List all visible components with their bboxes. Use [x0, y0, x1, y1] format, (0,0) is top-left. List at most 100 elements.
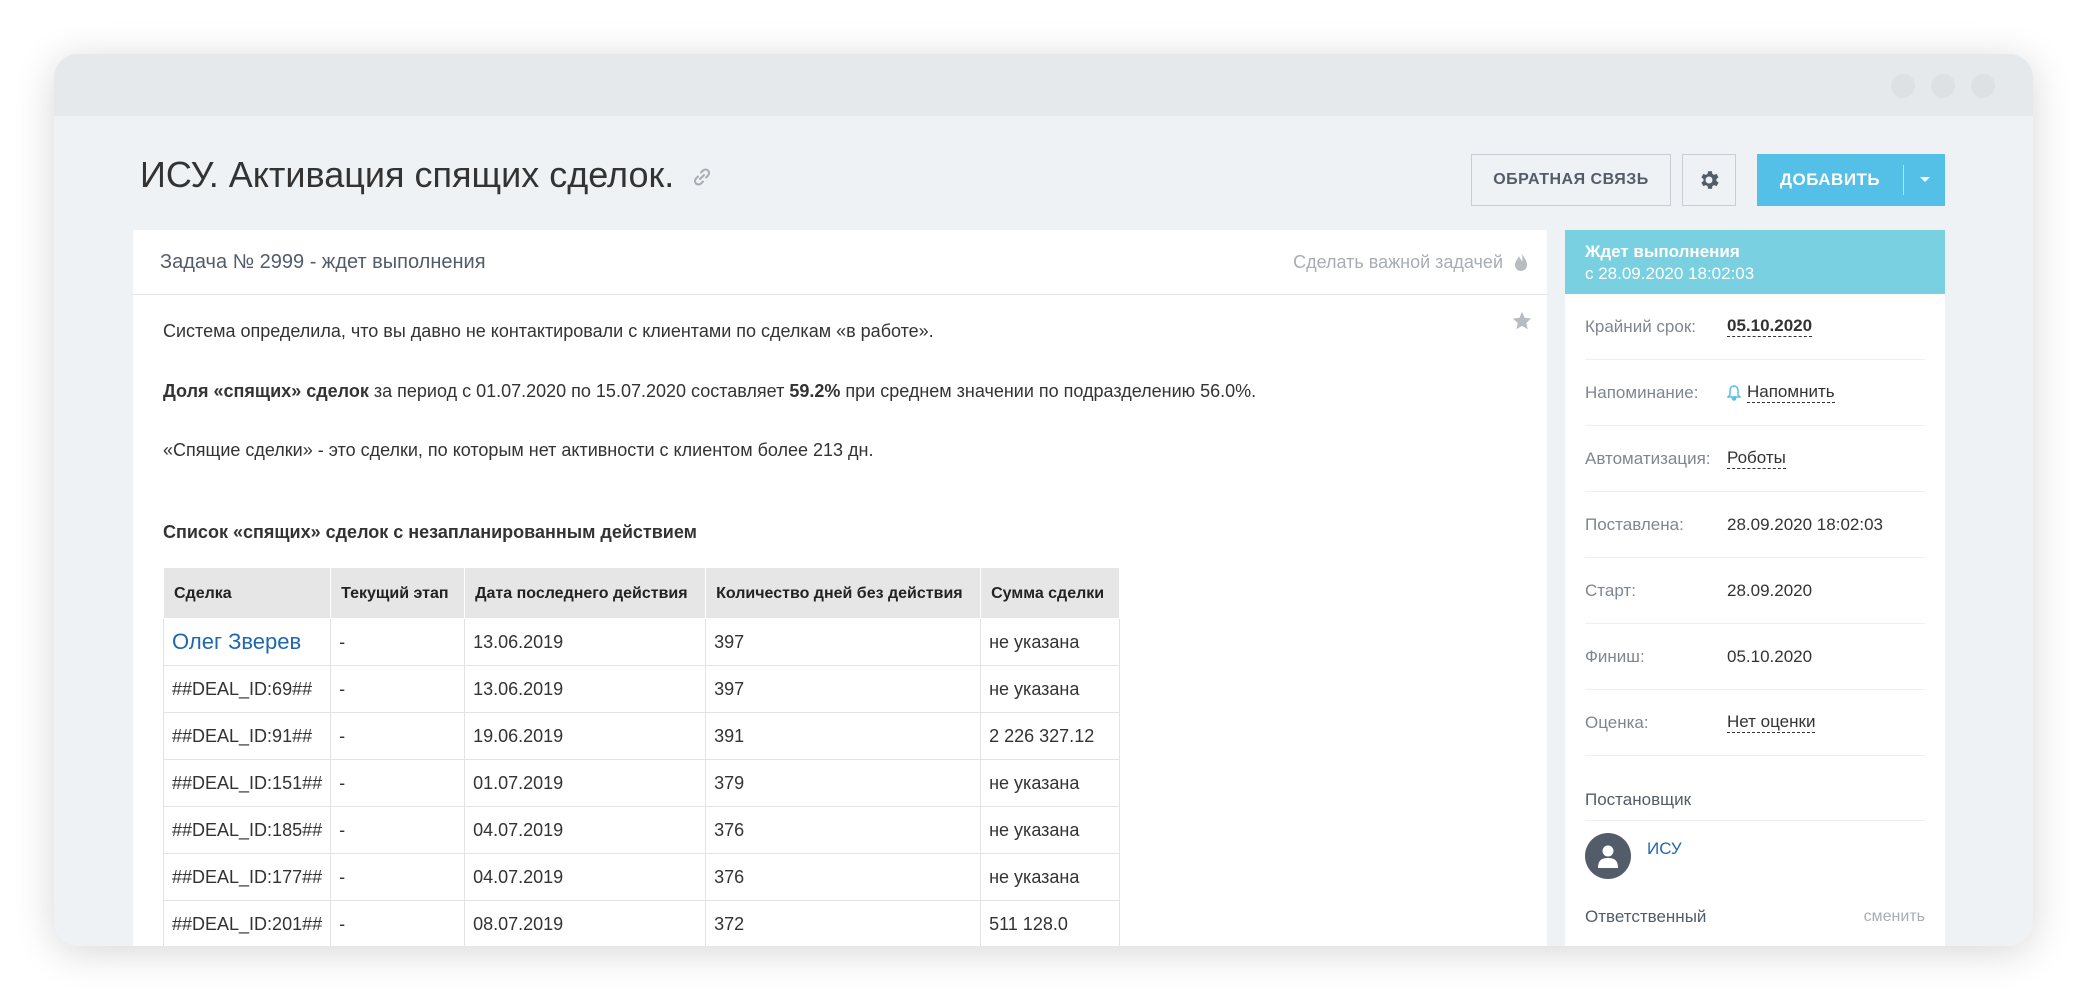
creator-name-link[interactable]: ИСУ	[1647, 839, 1682, 859]
table-cell: ##DEAL_ID:177##	[162, 853, 332, 902]
creator-person: ИСУ	[1565, 821, 1945, 879]
property-deadline: Крайний срок: 05.10.2020	[1585, 294, 1925, 360]
table-cell: не указана	[980, 806, 1121, 855]
chevron-down-icon	[1919, 177, 1930, 182]
table-row: ##DEAL_ID:151## - 01.07.2019 379 не указ…	[162, 759, 1121, 808]
creator-section-title: Постановщик	[1585, 790, 1692, 809]
table-row: ##DEAL_ID:201## - 08.07.2019 372 511 128…	[162, 900, 1121, 946]
window-titlebar	[54, 54, 2033, 116]
column-header: Сделка	[162, 567, 332, 620]
column-header: Текущий этап	[330, 567, 466, 620]
responsible-section: Ответственный сменить	[1565, 907, 1945, 927]
table-cell: 397	[705, 665, 982, 714]
link-icon[interactable]	[692, 154, 712, 196]
property-label: Поставлена:	[1585, 514, 1684, 534]
property-rating: Оценка: Нет оценки	[1585, 690, 1925, 756]
table-header-row: Сделка Текущий этап Дата последнего дейс…	[162, 567, 1121, 620]
page-title: ИСУ. Активация спящих сделок.	[140, 154, 712, 196]
finish-value: 05.10.2020	[1727, 646, 1813, 666]
add-dropdown-toggle[interactable]	[1904, 176, 1945, 184]
task-description: Система определила, что вы давно не конт…	[133, 295, 1547, 946]
description-paragraph: Система определила, что вы давно не конт…	[163, 321, 934, 341]
table-cell: 2 226 327.12	[980, 712, 1121, 761]
share-value: 59.2%	[789, 380, 841, 401]
table-cell: ##DEAL_ID:151##	[162, 759, 332, 808]
table-cell: ##DEAL_ID:69##	[162, 665, 332, 714]
table-cell: 372	[705, 900, 982, 946]
reminder-value: Напомнить	[1747, 382, 1835, 403]
status-title: Ждет выполнения	[1585, 242, 1740, 261]
description-share-paragraph: Доля «спящих» сделок за период с 01.07.2…	[163, 381, 1517, 403]
change-responsible-link[interactable]: сменить	[1864, 908, 1925, 926]
window-dot[interactable]	[1931, 74, 1955, 98]
add-button-label: ДОБАВИТЬ	[1779, 170, 1881, 189]
status-since: с 28.09.2020 18:02:03	[1585, 264, 1755, 283]
property-label: Автоматизация:	[1585, 448, 1711, 468]
column-header: Дата последнего действия	[464, 567, 707, 620]
settings-button[interactable]	[1682, 154, 1736, 206]
share-average: при среднем значении по подразделению 56…	[840, 380, 1257, 401]
deals-list-title: Список «спящих» сделок с незапланированн…	[163, 521, 697, 542]
property-start: Старт: 28.09.2020	[1585, 558, 1925, 624]
deals-table: Сделка Текущий этап Дата последнего дейс…	[162, 567, 1121, 946]
table-cell: не указана	[980, 665, 1121, 714]
task-title: Задача № 2999 - ждет выполнения	[160, 250, 486, 273]
window-dot[interactable]	[1971, 74, 1995, 98]
window-controls	[1891, 74, 1995, 98]
task-properties: Крайний срок: 05.10.2020 Напоминание: На…	[1565, 294, 1945, 756]
table-cell: 13.06.2019	[464, 665, 707, 714]
favorite-star-icon[interactable]	[1511, 310, 1533, 337]
table-cell: ##DEAL_ID:185##	[162, 806, 332, 855]
property-label: Напоминание:	[1585, 382, 1699, 402]
share-text: за период с 01.07.2020 по 15.07.2020 сос…	[368, 380, 790, 401]
table-cell: не указана	[980, 853, 1121, 902]
task-sidebar: Ждет выполнения с 28.09.2020 18:02:03 Кр…	[1565, 230, 1945, 946]
page-title-text: ИСУ. Активация спящих сделок.	[140, 154, 675, 195]
task-card: Задача № 2999 - ждет выполнения Сделать …	[133, 230, 1547, 946]
table-cell: -	[330, 759, 466, 808]
browser-window: ИСУ. Активация спящих сделок. ОБРАТНАЯ С…	[54, 54, 2033, 946]
bell-icon	[1727, 384, 1741, 401]
start-value: 28.09.2020	[1727, 580, 1813, 600]
table-cell: 13.06.2019	[464, 618, 707, 667]
status-header: Ждет выполнения с 28.09.2020 18:02:03	[1565, 230, 1945, 294]
property-created: Поставлена: 28.09.2020 18:02:03	[1585, 492, 1925, 558]
table-row: Олег Зверев - 13.06.2019 397 не указана	[162, 618, 1121, 667]
window-dot[interactable]	[1891, 74, 1915, 98]
table-cell: 01.07.2019	[464, 759, 707, 808]
add-button[interactable]: ДОБАВИТЬ	[1757, 154, 1945, 206]
table-cell: 391	[705, 712, 982, 761]
property-reminder: Напоминание: Напомнить	[1585, 360, 1925, 426]
deadline-value[interactable]: 05.10.2020	[1727, 316, 1813, 337]
column-header: Количество дней без действия	[705, 567, 982, 620]
table-cell: -	[330, 900, 466, 946]
feedback-button[interactable]: ОБРАТНАЯ СВЯЗЬ	[1471, 154, 1671, 206]
table-cell: 08.07.2019	[464, 900, 707, 946]
make-important-button[interactable]: Сделать важной задачей	[1293, 251, 1529, 273]
property-automation: Автоматизация: Роботы	[1585, 426, 1925, 492]
table-cell: 511 128.0	[980, 900, 1121, 946]
rating-value[interactable]: Нет оценки	[1727, 712, 1816, 733]
table-cell: 397	[705, 618, 982, 667]
table-cell: -	[330, 665, 466, 714]
table-row: ##DEAL_ID:69## - 13.06.2019 397 не указа…	[162, 665, 1121, 714]
property-label: Крайний срок:	[1585, 316, 1696, 336]
task-header: Задача № 2999 - ждет выполнения Сделать …	[133, 230, 1547, 295]
table-cell: ##DEAL_ID:201##	[162, 900, 332, 946]
reminder-control[interactable]: Напомнить	[1727, 382, 1835, 403]
responsible-section-title: Ответственный	[1585, 907, 1707, 926]
flame-icon	[1515, 252, 1527, 271]
automation-value[interactable]: Роботы	[1727, 448, 1786, 469]
table-cell: 04.07.2019	[464, 853, 707, 902]
avatar[interactable]	[1585, 833, 1631, 879]
property-finish: Финиш: 05.10.2020	[1585, 624, 1925, 690]
table-cell: 04.07.2019	[464, 806, 707, 855]
property-label: Финиш:	[1585, 646, 1645, 666]
table-cell: -	[330, 806, 466, 855]
table-row: ##DEAL_ID:177## - 04.07.2019 376 не указ…	[162, 853, 1121, 902]
description-definition: «Спящие сделки» - это сделки, по которым…	[163, 440, 874, 461]
table-row: ##DEAL_ID:185## - 04.07.2019 376 не указ…	[162, 806, 1121, 855]
deal-cell: Олег Зверев	[162, 618, 332, 667]
deal-link[interactable]: Олег Зверев	[172, 629, 301, 654]
property-label: Оценка:	[1585, 712, 1649, 732]
